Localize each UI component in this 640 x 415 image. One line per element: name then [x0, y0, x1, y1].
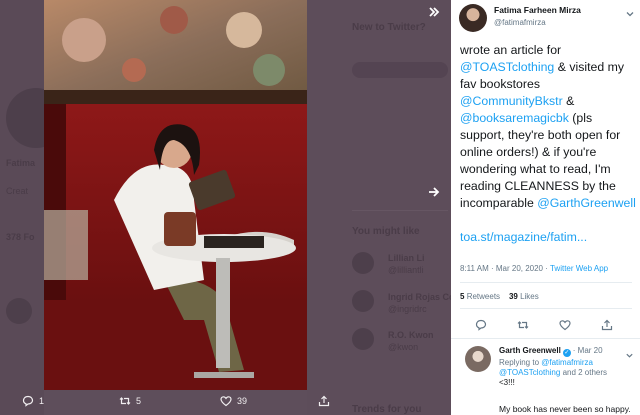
- background-profile-stats: 378 Fo: [6, 232, 35, 242]
- background-you-might-like: You might like: [352, 226, 420, 237]
- tweet-mention[interactable]: @CommunityBkstr: [460, 94, 563, 108]
- reply-menu-button[interactable]: [625, 347, 634, 358]
- replying-prefix: Replying to: [499, 358, 542, 367]
- share-icon: [601, 319, 613, 331]
- tweet-link[interactable]: toa.st/magazine/fatim...: [460, 229, 638, 246]
- collapse-panel-button[interactable]: [425, 4, 443, 20]
- reply-date[interactable]: · Mar 20: [573, 346, 603, 355]
- divider: [460, 308, 632, 309]
- background-follow-name: Ingrid Rojas Co: [388, 292, 451, 302]
- background-left-column: [0, 0, 44, 415]
- background-follow-avatar: [352, 290, 374, 312]
- retweet-count: 5: [136, 396, 142, 406]
- heart-icon: [559, 320, 571, 331]
- tweet-timestamp[interactable]: 8:11 AM · Mar 20, 2020 ·: [460, 264, 550, 273]
- reply-button[interactable]: [475, 318, 489, 332]
- reply-author-name[interactable]: Garth Greenwell: [499, 346, 561, 355]
- tweet-mention[interactable]: @TOASTclothing: [460, 60, 554, 74]
- reply-text: My book has never been so happy.: [499, 404, 631, 414]
- background-signup-button: [352, 62, 448, 78]
- tweet-mention[interactable]: @GarthGreenwell: [537, 196, 636, 210]
- share-action[interactable]: [318, 395, 335, 407]
- retweet-button[interactable]: [517, 318, 531, 332]
- reply-short-text: <3!!!: [499, 378, 515, 387]
- double-chevron-right-icon: [429, 7, 440, 17]
- tweet-mention[interactable]: @booksaremagicbk: [460, 111, 569, 125]
- background-tweet-avatar: [6, 298, 32, 324]
- likes-label: Likes: [520, 292, 539, 301]
- reply-action[interactable]: 1: [22, 395, 44, 407]
- photo-illustration: [44, 0, 307, 390]
- like-action[interactable]: 39: [220, 395, 247, 407]
- retweet-icon: [119, 397, 131, 405]
- reply-icon: [475, 319, 487, 331]
- share-button[interactable]: [601, 318, 615, 332]
- share-icon: [318, 395, 330, 407]
- retweets-label: Retweets: [466, 292, 501, 301]
- divider: [460, 282, 632, 283]
- likes-number: 39: [508, 292, 518, 301]
- likes-stat[interactable]: 39 Likes: [509, 292, 539, 301]
- author-handle: @fatimafmirza: [494, 18, 546, 27]
- arrow-right-icon: [429, 187, 440, 197]
- chevron-down-icon: [626, 12, 634, 17]
- reply-avatar[interactable]: [465, 346, 491, 372]
- tweet-text-segment: &: [562, 94, 575, 108]
- media-action-bar: 1 5 39: [0, 390, 451, 415]
- tweet-stats: 5 Retweets 39 Likes: [460, 292, 539, 301]
- retweet-action[interactable]: 5: [119, 395, 141, 407]
- replying-mention[interactable]: @TOASTclothing: [499, 368, 560, 377]
- tweet-text: wrote an article for @TOASTclothing & vi…: [460, 42, 638, 246]
- heart-icon: [220, 396, 232, 407]
- background-section-title: New to Twitter?: [352, 22, 426, 33]
- retweets-number: 5: [460, 292, 465, 301]
- tweet-actions: [451, 318, 640, 334]
- background-follow-handle: @ingridrc: [388, 304, 427, 314]
- background-profile-name: Fatima: [6, 158, 36, 168]
- background-follow-name: R.O. Kwon: [388, 330, 434, 340]
- retweet-icon: [517, 321, 529, 329]
- background-follow-handle: @kwon: [388, 342, 419, 352]
- replying-mention[interactable]: @fatimafmirza: [541, 358, 593, 367]
- tweet-author[interactable]: Fatima Farheen Mirza @fatimafmirza: [459, 4, 581, 32]
- retweets-stat[interactable]: 5 Retweets: [460, 292, 500, 301]
- reply-icon: [22, 395, 34, 407]
- verified-badge-icon: ✓: [562, 349, 571, 357]
- tweet-body: wrote an article for @TOASTclothing & vi…: [460, 43, 636, 210]
- background-divider: [352, 210, 448, 211]
- author-name[interactable]: Fatima Farheen Mirza: [494, 5, 581, 15]
- tweet-text-segment: wrote an article for: [460, 43, 562, 57]
- background-follow-avatar: [352, 252, 374, 274]
- background-profile-sub: Creat: [6, 186, 29, 196]
- replying-suffix[interactable]: and 2 others: [560, 368, 607, 377]
- tweet-source-app[interactable]: Twitter Web App: [550, 264, 608, 273]
- background-follow-name: Lillian Li: [388, 253, 425, 263]
- like-button[interactable]: [559, 318, 573, 332]
- replying-to: Replying to @fatimafmirza @TOASTclothing…: [499, 358, 635, 388]
- tweet-photo[interactable]: [44, 0, 307, 390]
- tweet-detail-panel: Fatima Farheen Mirza @fatimafmirza wrote…: [451, 0, 640, 415]
- next-image-button[interactable]: [426, 184, 442, 200]
- divider: [451, 338, 640, 339]
- reply-header: Garth Greenwell ✓ · Mar 20: [499, 346, 603, 357]
- like-count: 39: [237, 396, 248, 406]
- reply-count: 1: [39, 396, 45, 406]
- tweet-menu-button[interactable]: [625, 6, 635, 17]
- author-avatar[interactable]: [459, 4, 487, 32]
- background-follow-handle: @lilliantli: [388, 265, 424, 275]
- background-follow-avatar: [352, 328, 374, 350]
- tweet-meta: 8:11 AM · Mar 20, 2020 · Twitter Web App: [460, 264, 608, 273]
